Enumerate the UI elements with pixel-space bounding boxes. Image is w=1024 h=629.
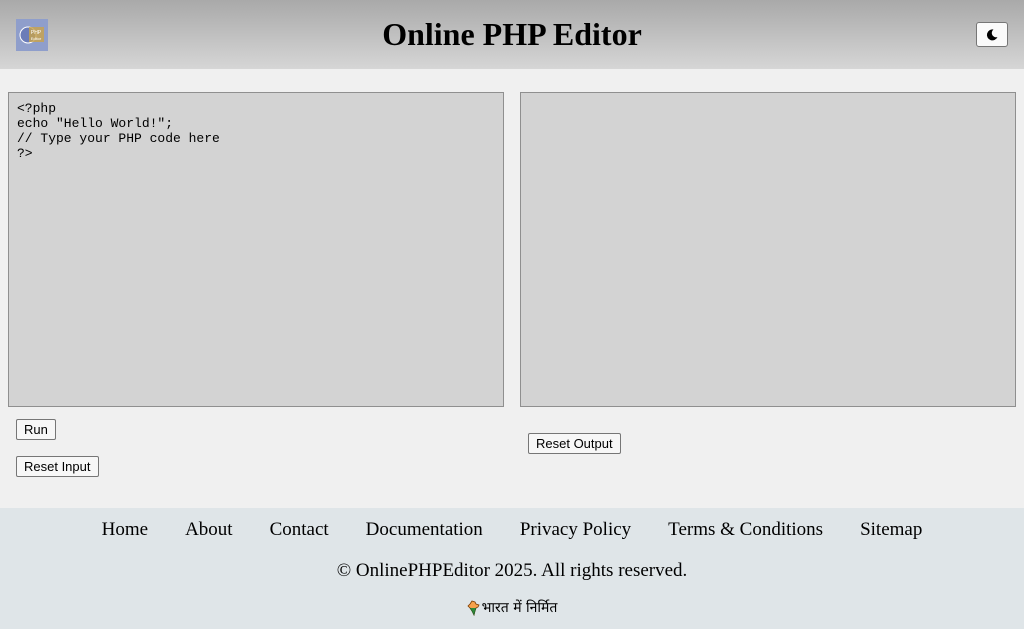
copyright-text: © OnlinePHPEditor 2025. All rights reser… (336, 560, 688, 581)
theme-toggle-button[interactable] (976, 22, 1008, 47)
output-panel (520, 92, 1016, 407)
site-header: PHP Editor Online PHP Editor (0, 0, 1024, 69)
footer-link-contact[interactable]: Contact (270, 518, 329, 542)
footer-link-documentation[interactable]: Documentation (366, 518, 483, 542)
run-button[interactable]: Run (16, 419, 56, 440)
reset-output-button[interactable]: Reset Output (528, 433, 621, 454)
made-in-india-tagline: भारत में निर्मित (0, 599, 1024, 617)
tagline-text: भारत में निर्मित (481, 600, 558, 616)
footer-link-privacy-policy[interactable]: Privacy Policy (520, 518, 631, 542)
footer-link-terms-conditions[interactable]: Terms & Conditions (668, 518, 823, 542)
footer-link-about[interactable]: About (185, 518, 233, 542)
page-title: Online PHP Editor (382, 16, 642, 52)
india-map-icon (467, 600, 480, 616)
code-input[interactable]: <?php echo "Hello World!"; // Type your … (8, 92, 504, 407)
reset-input-button[interactable]: Reset Input (16, 456, 99, 477)
footer-link-home[interactable]: Home (102, 518, 148, 542)
footer-link-sitemap[interactable]: Sitemap (860, 518, 922, 542)
site-footer: Home About Contact Documentation Privacy… (0, 508, 1024, 629)
footer-nav: Home About Contact Documentation Privacy… (0, 518, 1024, 542)
moon-icon (986, 28, 998, 40)
